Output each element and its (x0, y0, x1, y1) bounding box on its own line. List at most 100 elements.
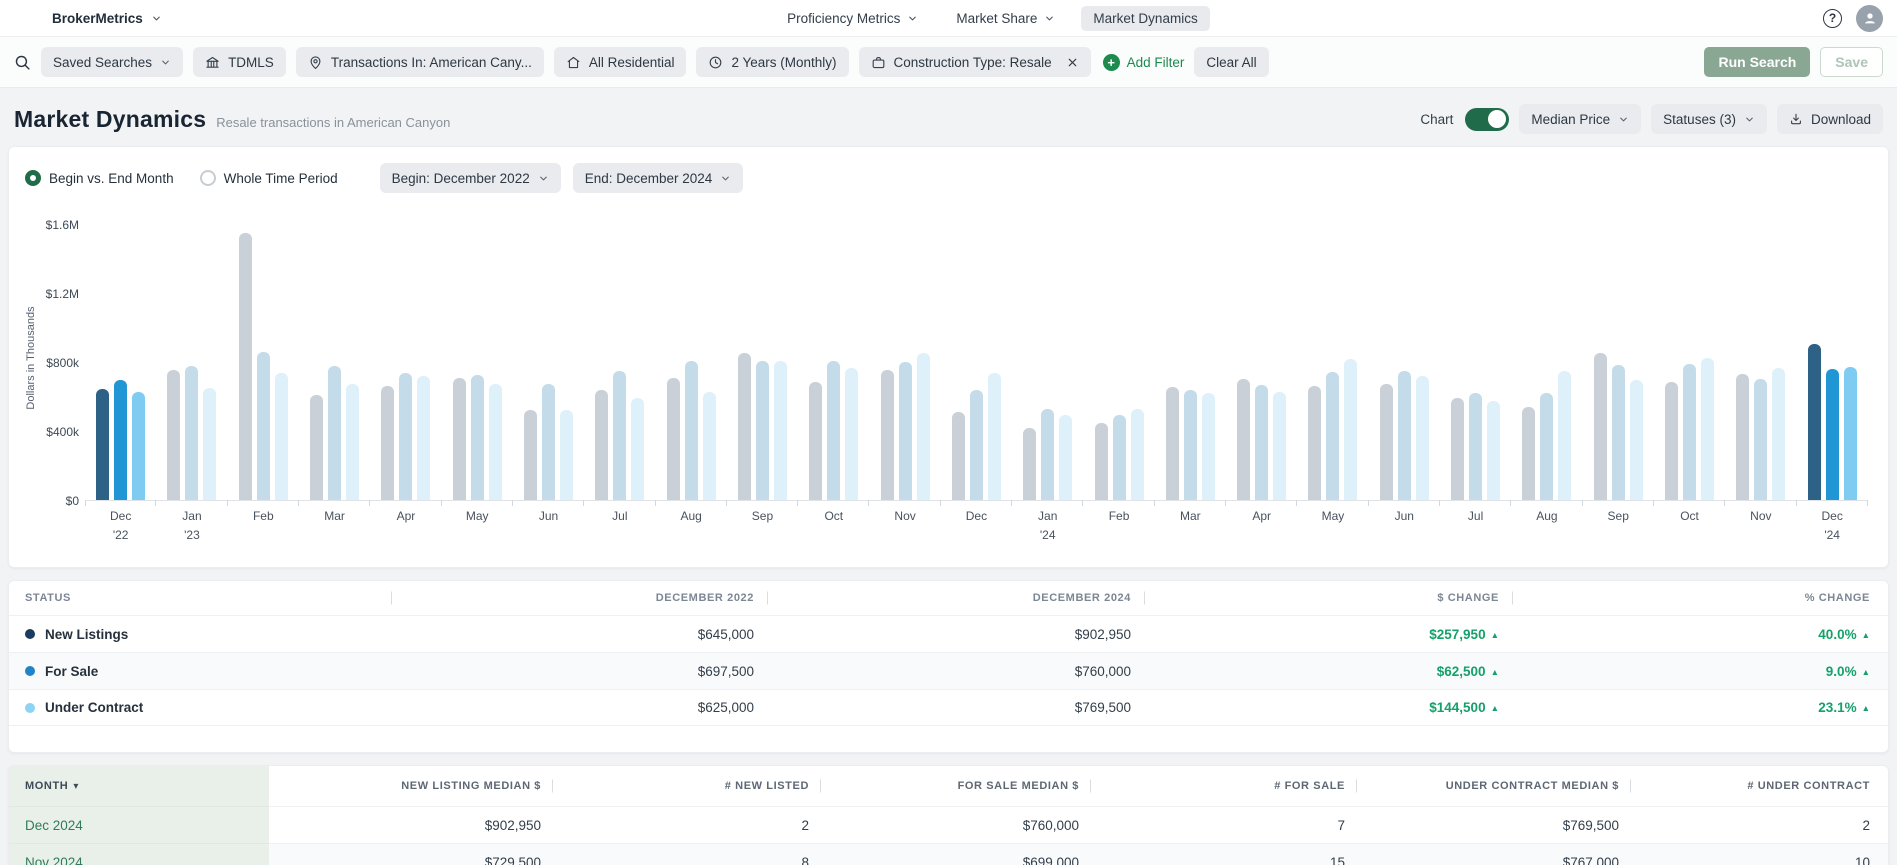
bar-new-listings[interactable] (1451, 398, 1465, 500)
bar-new-listings[interactable] (1308, 386, 1322, 500)
bar-under-contract[interactable] (1273, 392, 1287, 500)
bar-new-listings[interactable] (1522, 407, 1536, 500)
end-month-dropdown[interactable]: End: December 2024 (572, 163, 744, 193)
save-button[interactable]: Save (1820, 47, 1883, 77)
table-row-for-sale[interactable]: For Sale $697,500 $760,000 $62,500 ▲ 9.0%… (9, 652, 1888, 689)
bar-for-sale[interactable] (755, 361, 769, 500)
bar-new-listings[interactable] (1593, 353, 1607, 500)
radio-whole-time-period[interactable]: Whole Time Period (199, 170, 338, 186)
bar-under-contract[interactable] (987, 373, 1001, 500)
filter-chip-property-type[interactable]: All Residential (553, 47, 687, 77)
bar-for-sale[interactable] (328, 366, 342, 500)
bar-for-sale[interactable] (1754, 379, 1768, 500)
clear-all-button[interactable]: Clear All (1194, 47, 1269, 77)
column-header-num-for-sale[interactable]: # FOR SALE (1079, 766, 1357, 806)
bar-for-sale[interactable] (1397, 371, 1411, 500)
column-header-month[interactable]: MONTH ▾ (9, 766, 269, 806)
bar-for-sale[interactable] (114, 380, 128, 500)
bar-for-sale[interactable] (969, 390, 983, 500)
bar-under-contract[interactable] (488, 384, 502, 500)
bar-under-contract[interactable] (1629, 380, 1643, 500)
bar-new-listings[interactable] (880, 370, 894, 500)
bar-for-sale[interactable] (1683, 364, 1697, 500)
table-row-new-listings[interactable]: New Listings $645,000 $902,950 $257,950 ▲… (9, 615, 1888, 652)
bar-new-listings[interactable] (1237, 379, 1251, 500)
column-header-under-contract-median[interactable]: UNDER CONTRACT MEDIAN $ (1345, 766, 1631, 806)
bar-new-listings[interactable] (96, 389, 110, 500)
bar-for-sale[interactable] (542, 384, 556, 500)
run-search-button[interactable]: Run Search (1704, 47, 1811, 77)
bar-for-sale[interactable] (827, 361, 841, 500)
bar-new-listings[interactable] (737, 353, 751, 500)
column-header-num-under-contract[interactable]: # UNDER CONTRACT (1619, 766, 1888, 806)
metric-dropdown[interactable]: Median Price (1519, 104, 1642, 134)
month-link[interactable]: Nov 2024 (9, 843, 269, 865)
bar-under-contract[interactable] (1059, 415, 1073, 500)
bar-for-sale[interactable] (1540, 393, 1554, 500)
bar-under-contract[interactable] (845, 368, 859, 500)
bar-for-sale[interactable] (470, 375, 484, 500)
bar-under-contract[interactable] (1415, 376, 1429, 500)
bar-under-contract[interactable] (1772, 368, 1786, 500)
bar-under-contract[interactable] (631, 398, 645, 500)
column-header-dollar-change[interactable]: $ CHANGE (1131, 591, 1513, 605)
bar-new-listings[interactable] (951, 412, 965, 500)
bar-under-contract[interactable] (916, 353, 930, 500)
bar-under-contract[interactable] (1344, 359, 1358, 500)
bar-for-sale[interactable] (185, 366, 199, 500)
filter-chip-time-period[interactable]: 2 Years (Monthly) (696, 47, 849, 77)
column-header-december-2022[interactable]: DECEMBER 2022 (384, 591, 768, 605)
chart-toggle[interactable] (1465, 107, 1510, 131)
bar-for-sale[interactable] (1825, 369, 1839, 500)
nav-market-share[interactable]: Market Share (944, 6, 1067, 31)
statuses-dropdown[interactable]: Statuses (3) (1651, 104, 1767, 134)
bar-for-sale[interactable] (613, 371, 627, 500)
bar-new-listings[interactable] (310, 395, 324, 500)
column-header-december-2024[interactable]: DECEMBER 2024 (754, 591, 1145, 605)
bar-new-listings[interactable] (666, 378, 680, 500)
bar-new-listings[interactable] (167, 370, 181, 500)
column-header-pct-change[interactable]: % CHANGE (1499, 592, 1888, 604)
table-row-nov-2024[interactable]: Nov 2024 $729,500 8 $699,000 15 $767,000… (9, 843, 1888, 865)
bar-under-contract[interactable] (346, 384, 360, 500)
bar-for-sale[interactable] (1611, 365, 1625, 500)
bar-for-sale[interactable] (1469, 393, 1483, 500)
search-icon[interactable] (14, 54, 31, 71)
download-button[interactable]: Download (1776, 104, 1883, 134)
bar-new-listings[interactable] (1023, 428, 1037, 500)
bar-under-contract[interactable] (132, 392, 146, 500)
bar-new-listings[interactable] (524, 410, 538, 500)
nav-market-dynamics[interactable]: Market Dynamics (1081, 5, 1210, 31)
remove-filter-icon[interactable] (1066, 56, 1079, 69)
filter-chip-construction-type[interactable]: Construction Type: Resale (858, 47, 1091, 77)
radio-begin-vs-end-month[interactable]: Begin vs. End Month (25, 170, 174, 186)
add-filter-button[interactable]: + Add Filter (1102, 53, 1184, 71)
begin-month-dropdown[interactable]: Begin: December 2022 (379, 163, 561, 193)
bar-under-contract[interactable] (417, 376, 431, 500)
table-row-dec-2024[interactable]: Dec 2024 $902,950 2 $760,000 7 $769,500 … (9, 806, 1888, 843)
bar-new-listings[interactable] (1807, 344, 1821, 500)
column-header-status[interactable]: STATUS (9, 591, 392, 605)
bar-under-contract[interactable] (1701, 358, 1715, 500)
help-icon[interactable]: ? (1823, 8, 1842, 28)
filter-chip-mls[interactable]: TDMLS (193, 47, 286, 77)
nav-proficiency-metrics[interactable]: Proficiency Metrics (775, 6, 930, 31)
bar-new-listings[interactable] (1736, 374, 1750, 500)
bar-for-sale[interactable] (1326, 372, 1340, 500)
bar-for-sale[interactable] (1112, 415, 1126, 500)
bar-for-sale[interactable] (256, 352, 270, 500)
bar-under-contract[interactable] (1843, 367, 1857, 500)
bar-new-listings[interactable] (1379, 384, 1393, 500)
bar-new-listings[interactable] (595, 390, 609, 500)
bar-under-contract[interactable] (702, 392, 716, 500)
bar-under-contract[interactable] (560, 410, 574, 500)
bar-new-listings[interactable] (381, 386, 395, 500)
column-header-for-sale-median[interactable]: FOR SALE MEDIAN $ (809, 766, 1091, 806)
bar-under-contract[interactable] (203, 388, 217, 500)
bar-new-listings[interactable] (809, 382, 823, 500)
bar-for-sale[interactable] (1041, 409, 1055, 500)
column-header-new-listing-median[interactable]: NEW LISTING MEDIAN $ (269, 766, 553, 806)
bar-new-listings[interactable] (1094, 423, 1108, 500)
table-row-under-contract[interactable]: Under Contract $625,000 $769,500 $144,50… (9, 689, 1888, 726)
bar-new-listings[interactable] (1165, 387, 1179, 500)
